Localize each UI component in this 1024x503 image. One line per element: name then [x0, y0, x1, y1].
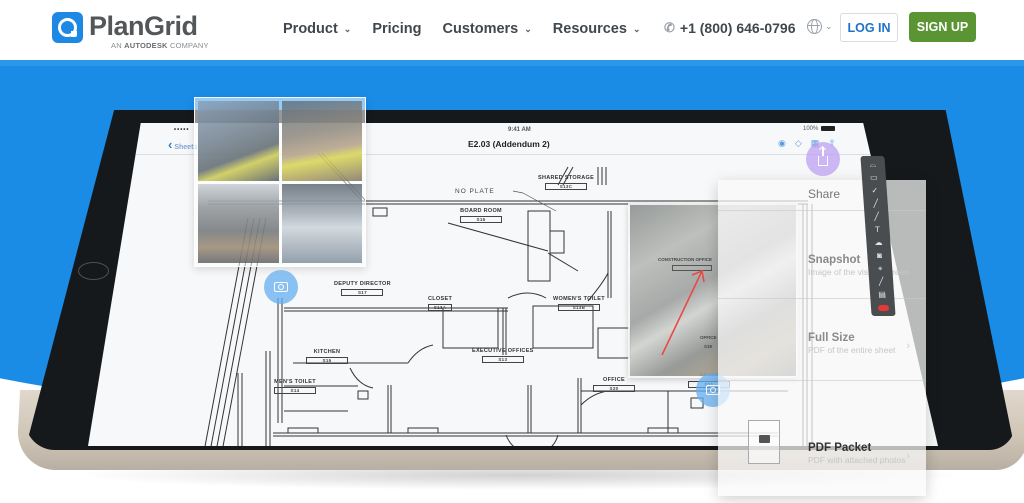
checkmark-icon[interactable]: ✓	[868, 186, 883, 196]
chevron-down-icon: ⌄	[632, 23, 641, 34]
nav-item-customers[interactable]: Customers ⌄	[442, 21, 531, 37]
share-option-snapshot[interactable]: Snapshot Image of the visible screen	[808, 254, 918, 277]
nav-item-pricing[interactable]: Pricing	[372, 21, 421, 37]
room-label[interactable]: KITCHEN S15	[306, 349, 348, 364]
room-label[interactable]: SHARED STORAGE S13C	[538, 175, 594, 190]
chevron-down-icon: ⌄	[343, 23, 352, 34]
phone-link[interactable]: ✆ +1 (800) 646-0796	[664, 20, 796, 36]
nav-item-product[interactable]: Product ⌄	[283, 21, 351, 37]
room-label[interactable]: OFFICE S20	[593, 377, 635, 392]
signup-button[interactable]: SIGN UP	[909, 12, 976, 42]
site-photo-thumbnail[interactable]	[281, 183, 362, 263]
site-photo-thumbnail[interactable]	[281, 101, 362, 181]
stamp-icon[interactable]: ▤	[875, 290, 890, 300]
hero-section: ••••• 9:41 AM 100% ‹ Sheets E2.03 (Addend…	[0, 60, 1024, 503]
chevron-right-icon: ›	[906, 450, 910, 462]
camera-icon[interactable]: ◙	[872, 251, 887, 261]
home-button	[78, 262, 109, 280]
login-button[interactable]: LOG IN	[840, 13, 898, 42]
line-icon[interactable]: ╱	[874, 277, 889, 287]
room-label[interactable]: EXECUTIVE OFFICES S13	[472, 348, 534, 363]
room-label[interactable]: WOMEN'S TOILET S13B	[553, 296, 605, 311]
share-icon	[818, 147, 828, 166]
room-label[interactable]: CLOSET S13A	[428, 296, 453, 311]
rectangle-icon[interactable]: ▭	[867, 173, 882, 183]
share-button[interactable]	[806, 142, 840, 176]
photo-grid-popover[interactable]	[194, 97, 366, 267]
chevron-down-icon: ⌄	[825, 21, 833, 31]
nav-item-resources[interactable]: Resources ⌄	[553, 21, 641, 37]
brand-tagline: AN AUTODESK COMPANY	[111, 41, 209, 50]
language-selector[interactable]: ⌄	[807, 19, 833, 34]
chevron-right-icon: ›	[906, 340, 910, 352]
pen-icon[interactable]: ╱	[868, 199, 883, 209]
pdf-document-icon	[748, 420, 780, 464]
camera-icon	[274, 282, 288, 292]
phone-icon: ✆	[664, 20, 675, 35]
photo-pin-button[interactable]	[264, 270, 298, 304]
site-photo-thumbnail[interactable]	[198, 101, 279, 181]
share-panel-title: Share	[808, 187, 841, 201]
phone-number: +1 (800) 646-0796	[679, 20, 796, 36]
measure-icon[interactable]: ⌖	[873, 264, 888, 274]
text-icon[interactable]: T	[870, 225, 885, 235]
plangrid-logo[interactable]: PlanGrid AN AUTODESK COMPANY	[52, 12, 209, 50]
highlighter-icon[interactable]: ╱	[869, 212, 884, 222]
share-panel: Share Snapshot Image of the visible scre…	[718, 180, 926, 496]
tablet-mockup: ••••• 9:41 AM 100% ‹ Sheets E2.03 (Addend…	[0, 60, 1024, 503]
brand-name: PlanGrid	[89, 11, 198, 41]
room-label[interactable]: DEPUTY DIRECTOR S17	[334, 281, 391, 296]
room-label[interactable]: BOARD ROOM S16	[460, 208, 502, 223]
lasso-icon[interactable]: ⌓	[866, 160, 881, 170]
plan-annotation[interactable]: NO PLATE	[455, 188, 495, 195]
color-swatch-icon[interactable]	[877, 305, 889, 311]
globe-icon	[807, 19, 822, 34]
plangrid-logo-icon	[52, 12, 83, 43]
room-label[interactable]: MEN'S TOILET S14	[274, 379, 316, 394]
share-option-pdf-packet[interactable]: PDF Packet PDF with attached photos ›	[808, 442, 918, 465]
site-header: PlanGrid AN AUTODESK COMPANY Product ⌄ Pr…	[0, 0, 1024, 60]
chevron-down-icon: ⌄	[524, 23, 532, 34]
cloud-icon[interactable]: ☁	[871, 238, 886, 248]
main-nav: Product ⌄ Pricing Customers ⌄ Resources ⌄	[283, 21, 661, 37]
site-photo-thumbnail[interactable]	[198, 183, 279, 263]
share-option-full-size[interactable]: Full Size PDF of the entire sheet ›	[808, 332, 918, 355]
